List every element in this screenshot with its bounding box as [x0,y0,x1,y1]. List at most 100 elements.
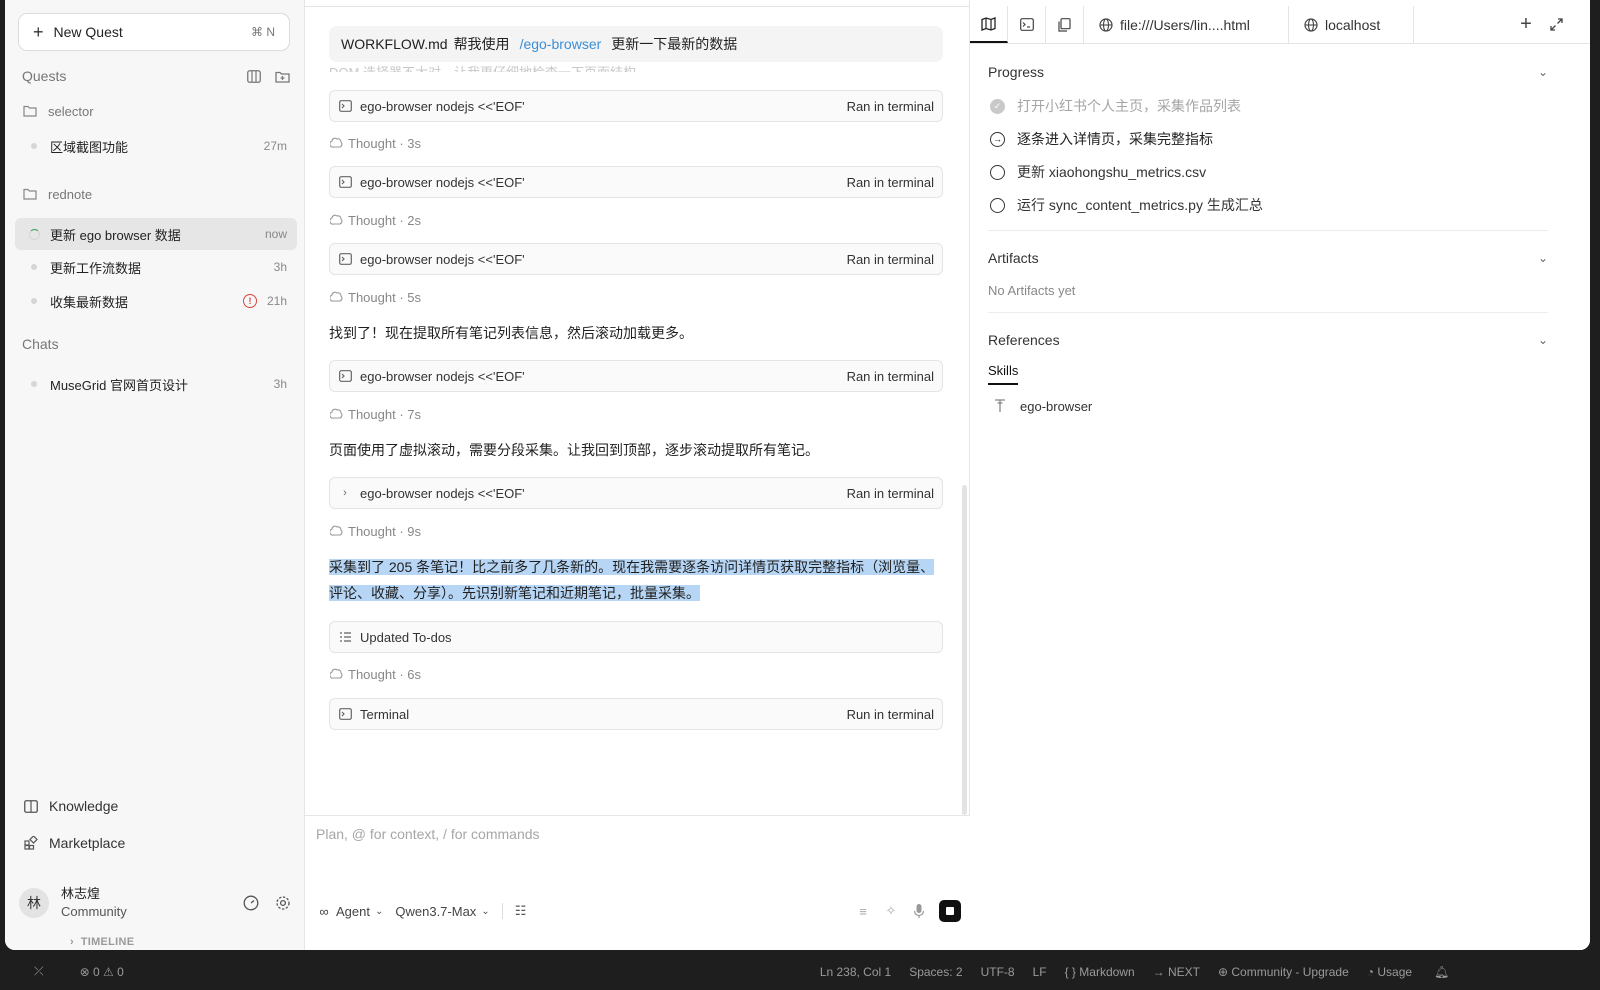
chat-input[interactable]: Plan, @ for context, / for commands [316,826,540,842]
new-quest-button[interactable]: + New Quest ⌘ N [18,13,290,51]
remote-icon[interactable]: ⤫ [34,964,44,979]
group-rednote[interactable]: rednote [22,186,92,202]
updated-todos-card[interactable]: Updated To-dos [329,621,943,653]
terminal-tool-call[interactable]: ego-browser nodejs <<'EOF' Ran in termin… [329,166,943,198]
chat-time: 3h [273,377,287,391]
status-dot [31,264,37,270]
cursor-position[interactable]: Ln 238, Col 1 [820,965,891,979]
chat-label: MuseGrid 官网首页设计 [50,377,188,393]
brain-icon [329,525,343,539]
community-upgrade[interactable]: ⊕ Community - Upgrade [1218,965,1349,979]
terminal-tool-call[interactable]: › ego-browser nodejs <<'EOF' Ran in term… [329,477,943,509]
thought-label: Thought · 9s [348,524,421,539]
indentation[interactable]: Spaces: 2 [909,965,962,979]
eol[interactable]: LF [1033,965,1047,979]
marketplace-link[interactable]: Marketplace [23,835,125,851]
next-indicator[interactable]: → NEXT [1153,965,1200,979]
side-panel: file:///Users/lin....html localhost + Pr… [970,0,1590,950]
tool-command: ego-browser nodejs <<'EOF' [360,485,525,501]
encoding[interactable]: UTF-8 [981,965,1015,979]
knowledge-link[interactable]: Knowledge [23,798,118,814]
chevron-right-icon[interactable]: › [338,486,352,500]
tab-file-url[interactable]: file:///Users/lin....html [1084,6,1289,43]
stop-button[interactable] [939,900,961,922]
quest-item-active[interactable]: 更新 ego browser 数据 now [15,218,297,250]
tab-localhost[interactable]: localhost [1289,6,1414,43]
chat-item[interactable]: MuseGrid 官网首页设计 3h [15,368,297,400]
assistant-message-selected: 采集到了 205 条笔记！比之前多了几条新的。现在我需要逐条访问详情页获取完整指… [329,554,943,606]
quest-item[interactable]: 更新工作流数据 3h [15,251,297,283]
add-tab-icon[interactable]: + [1518,13,1534,35]
status-dot [31,381,37,387]
terminal-tool-call[interactable]: ego-browser nodejs <<'EOF' Ran in termin… [329,90,943,122]
divider [988,230,1548,231]
avatar[interactable]: 林 [19,888,49,918]
quest-time: now [264,227,287,241]
sparkle-icon[interactable]: ✧ [883,903,899,919]
user-actions [243,895,291,911]
usage-indicator[interactable]: ◔ Usage [1367,965,1412,979]
tool-command: ego-browser nodejs <<'EOF' [360,368,525,384]
terminal-tool-call[interactable]: ego-browser nodejs <<'EOF' Ran in termin… [329,360,943,392]
user-profile[interactable]: 林 林志煌 Community [19,880,295,926]
community-label: Community - Upgrade [1231,964,1349,979]
stop-icon [946,907,954,915]
user-tier: Community [61,904,127,919]
thought-indicator[interactable]: Thought · 6s [329,667,421,682]
quest-item[interactable]: 收集最新数据 ! 21h [15,285,297,317]
model-selector[interactable]: Qwen3.7-Max ⌄ [395,904,489,919]
language-mode[interactable]: { } Markdown [1065,965,1135,979]
tab-terminal[interactable] [1008,6,1046,43]
columns-icon[interactable] [246,68,262,84]
status-dot [31,143,37,149]
terminal-tool-call[interactable]: ego-browser nodejs <<'EOF' Ran in termin… [329,243,943,275]
thought-indicator[interactable]: Thought · 9s [329,524,421,539]
lines-icon[interactable]: ≡ [855,903,871,919]
microphone-icon[interactable] [911,903,927,919]
message-line: 采集到了 205 条笔记！比之前多了几条新的。现在我需要逐条访问详情页获取完整指… [329,559,935,575]
chevron-down-icon: ⌄ [1537,65,1548,79]
artifacts-header[interactable]: Artifacts ⌄ [988,250,1548,266]
bell-icon[interactable]: 🔔︎ [1434,965,1449,979]
prompt-mention[interactable]: /ego-browser [520,36,602,52]
mode-selector[interactable]: ∞ Agent ⌄ [316,903,383,919]
skill-item[interactable]: ego-browser [992,398,1092,414]
error-count: 0 [93,964,100,979]
tool-command: ego-browser nodejs <<'EOF' [360,174,525,190]
terminal-label: Terminal [360,706,410,722]
tab-skills[interactable]: Skills [988,363,1019,385]
terminal-tool-call[interactable]: Terminal Run in terminal [329,698,943,730]
thought-indicator[interactable]: Thought · 3s [329,136,421,151]
references-header[interactable]: References ⌄ [988,332,1548,348]
thought-indicator[interactable]: Thought · 5s [329,290,421,305]
todos-label: Updated To-dos [360,629,452,645]
faded-message: DOM 选择器不太对，让我更仔细地检查一下页面结构。 [329,62,943,72]
gear-icon[interactable] [275,895,291,911]
tool-status: Ran in terminal [846,174,934,190]
usage-label: Usage [1377,964,1413,979]
new-quest-shortcut: ⌘ N [251,25,275,39]
tab-files[interactable] [1046,6,1084,43]
new-folder-icon[interactable] [274,68,290,84]
group-selector[interactable]: selector [22,103,94,119]
quest-item[interactable]: 区域截图功能 27m [15,130,297,162]
thought-indicator[interactable]: Thought · 7s [329,407,421,422]
quest-label: 区域截图功能 [50,139,129,155]
terminal-icon [1019,17,1035,33]
expand-icon[interactable] [1548,17,1564,33]
brain-icon [329,137,343,151]
run-in-terminal-button[interactable]: Run in terminal [847,707,934,722]
gauge-icon[interactable] [243,895,259,911]
timeline-section[interactable]: › TIMELINE [70,936,134,948]
tab-map[interactable] [970,6,1008,43]
group-label: selector [48,103,94,119]
progress-header[interactable]: Progress ⌄ [988,64,1548,80]
tool-command: ego-browser nodejs <<'EOF' [360,251,525,267]
scrollbar[interactable] [962,485,967,815]
thought-indicator[interactable]: Thought · 2s [329,213,421,228]
checklist-icon[interactable]: ☷ [501,903,526,919]
tool-command: ego-browser nodejs <<'EOF' [360,98,525,114]
errors-indicator[interactable]: ⊗ 0 ⚠ 0 [80,965,124,979]
quest-time-wrap: ! 21h [242,294,287,308]
empty-circle-icon [990,197,1005,213]
